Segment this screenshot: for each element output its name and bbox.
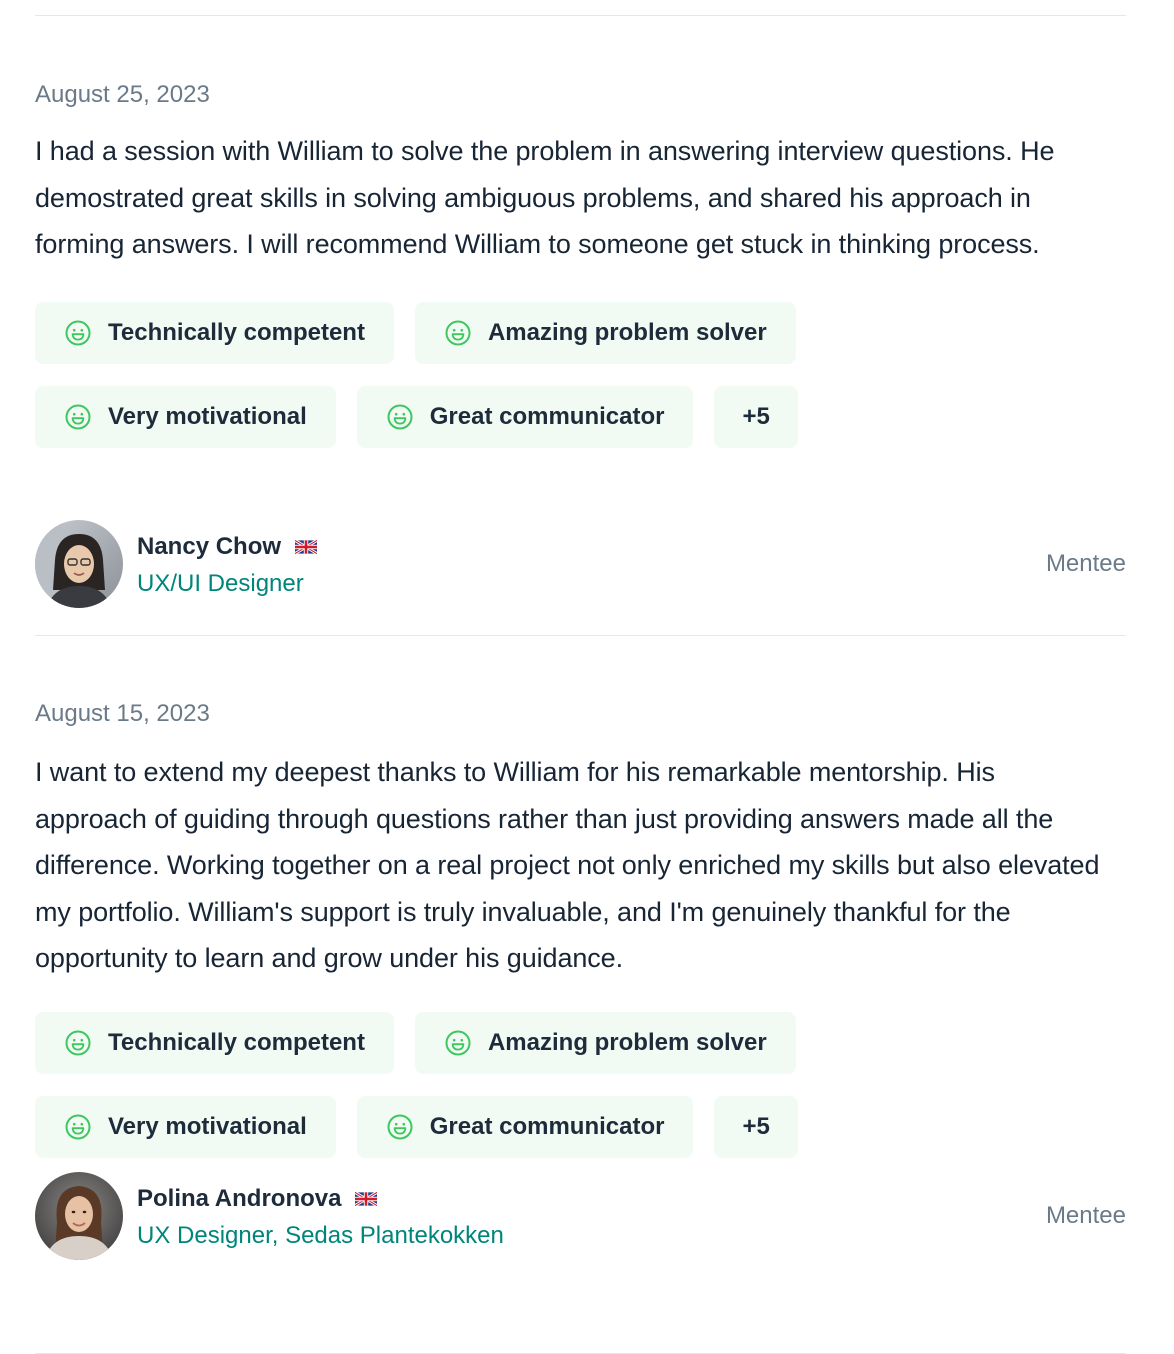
more-tags-button[interactable]: +5 [714, 385, 798, 448]
tag-label: Amazing problem solver [487, 1028, 767, 1056]
review-tags: Technically competent Amazing problem so… [35, 1011, 855, 1158]
tag-chip[interactable]: Amazing problem solver [414, 301, 796, 364]
smile-icon [387, 404, 413, 430]
uk-flag-icon [295, 540, 317, 554]
review-date: August 15, 2023 [35, 700, 210, 727]
avatar[interactable] [35, 1172, 123, 1260]
smile-icon [65, 404, 91, 430]
smile-icon [65, 320, 91, 346]
author-name[interactable]: Polina Andronova [137, 1185, 341, 1213]
more-tags-button[interactable]: +5 [714, 1095, 798, 1158]
review-author: Nancy Chow UX/UI Designer Mentee [35, 520, 1126, 608]
tag-label: Very motivational [108, 1112, 307, 1140]
smile-icon [445, 1030, 471, 1056]
tag-chip[interactable]: Great communicator [356, 1095, 694, 1158]
smile-icon [65, 1030, 91, 1056]
tag-label: Amazing problem solver [487, 318, 767, 346]
tag-label: Great communicator [429, 1112, 665, 1140]
tag-label: Great communicator [429, 402, 665, 430]
reviews-list: August 25, 2023 I had a session with Wil… [35, 0, 1126, 1354]
review-card: August 15, 2023 I want to extend my deep… [35, 636, 1126, 1353]
smile-icon [65, 1114, 91, 1140]
author-role[interactable]: UX Designer, Sedas Plantekokken [137, 1222, 1046, 1250]
review-text: I had a session with William to solve th… [35, 136, 1055, 259]
reviewer-type: Mentee [1045, 1202, 1126, 1229]
tag-label: Very motivational [108, 402, 307, 430]
tag-chip[interactable]: Great communicator [356, 385, 694, 448]
smile-icon [445, 320, 471, 346]
review-text: I want to extend my deepest thanks to Wi… [35, 757, 1100, 973]
author-role[interactable]: UX/UI Designer [137, 570, 1046, 598]
review-date: August 25, 2023 [35, 81, 210, 108]
tag-chip[interactable]: Technically competent [35, 1011, 394, 1074]
avatar[interactable] [35, 520, 123, 608]
review-tags: Technically competent Amazing problem so… [35, 301, 855, 448]
tag-label: Technically competent [108, 318, 365, 346]
smile-icon [387, 1114, 413, 1140]
tag-label: Technically competent [108, 1028, 365, 1056]
author-name[interactable]: Nancy Chow [137, 533, 281, 561]
reviewer-type: Mentee [1045, 550, 1126, 577]
tag-chip[interactable]: Technically competent [35, 301, 394, 364]
review-card: August 25, 2023 I had a session with Wil… [35, 16, 1126, 635]
tag-chip[interactable]: Very motivational [35, 1095, 336, 1158]
tag-chip[interactable]: Amazing problem solver [414, 1011, 796, 1074]
tag-chip[interactable]: Very motivational [35, 385, 336, 448]
review-author: Polina Andronova UX Designer, Sedas Plan… [35, 1172, 1126, 1260]
uk-flag-icon [355, 1192, 377, 1206]
